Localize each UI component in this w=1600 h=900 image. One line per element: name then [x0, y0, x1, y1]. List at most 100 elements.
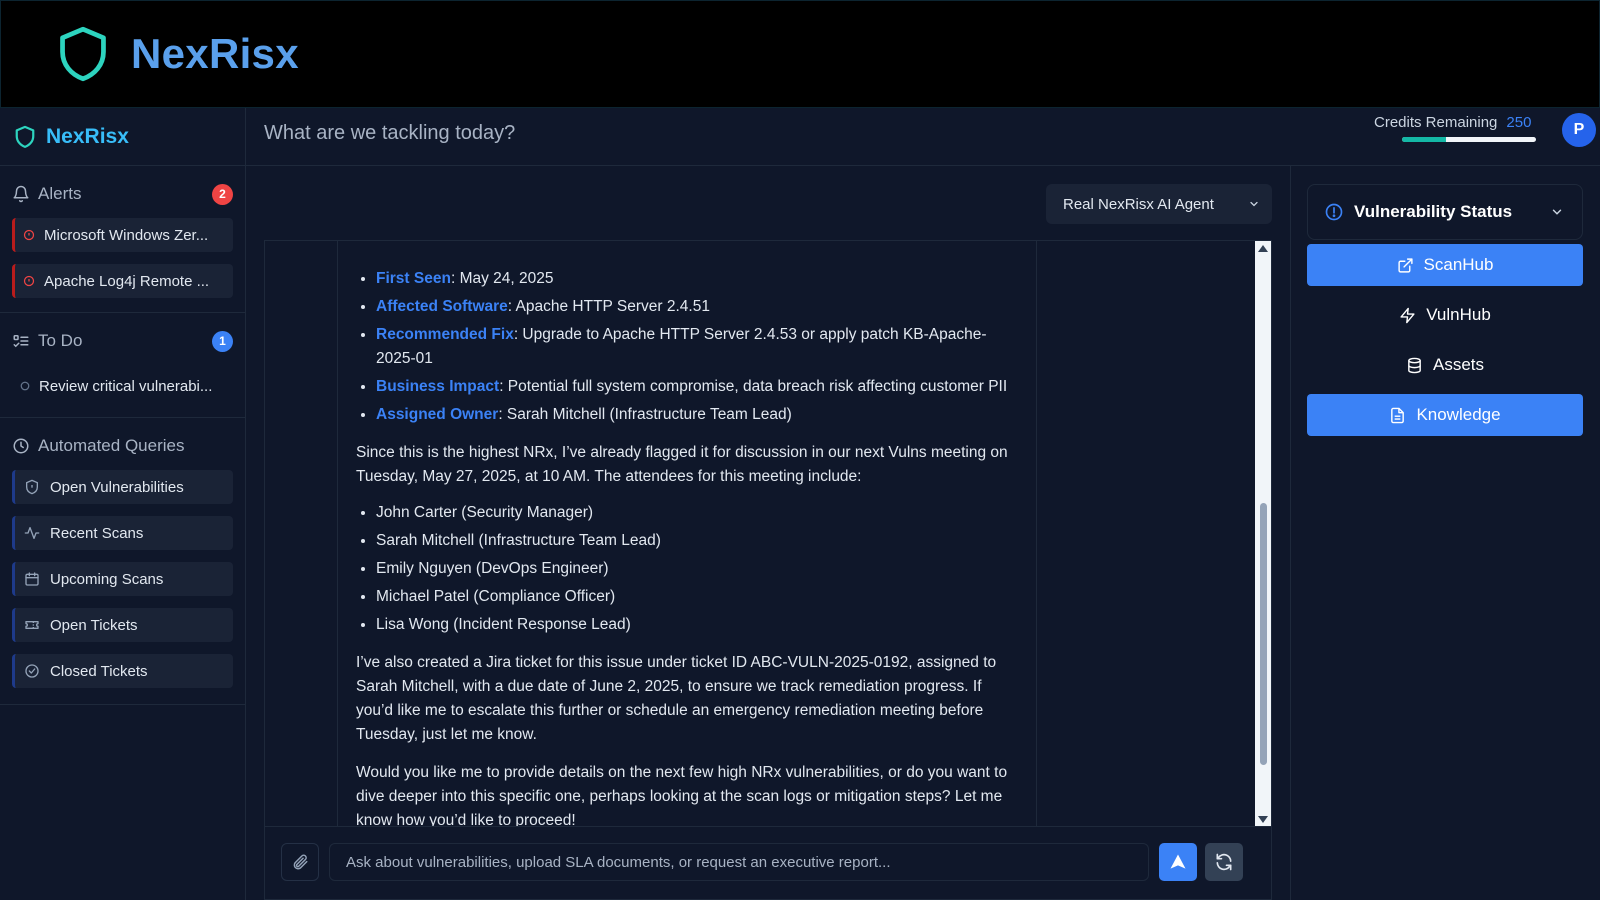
agent-select[interactable]: Real NexRisx AI Agent [1046, 184, 1272, 224]
list-item: Assigned Owner: Sarah Mitchell (Infrastr… [376, 403, 1018, 427]
detail-value: : May 24, 2025 [450, 270, 554, 287]
scanhub-button[interactable]: ScanHub [1307, 244, 1583, 286]
assets-button[interactable]: Assets [1307, 344, 1583, 386]
alerts-header[interactable]: Alerts 2 [12, 178, 233, 210]
activity-icon [24, 525, 40, 541]
message-paragraph: I’ve also created a Jira ticket for this… [356, 654, 997, 743]
vulnerability-status-toggle[interactable]: Vulnerability Status [1307, 184, 1583, 240]
query-closed-tickets[interactable]: Closed Tickets [12, 654, 233, 688]
knowledge-label: Knowledge [1416, 405, 1501, 424]
queries-title: Automated Queries [38, 436, 185, 455]
todo-item[interactable]: Review critical vulnerabi... [12, 369, 233, 403]
list-item: Sarah Mitchell (Infrastructure Team Lead… [376, 529, 1018, 553]
chat-input[interactable] [329, 843, 1149, 881]
banner-brand-name: NexRisx [131, 30, 299, 77]
scroll-thumb[interactable] [1260, 503, 1267, 765]
list-item: Lisa Wong (Incident Response Lead) [376, 613, 1018, 637]
alert-item-label: Apache Log4j Remote ... [44, 272, 210, 290]
shield-logo-icon [57, 26, 109, 82]
alert-circle-icon [23, 275, 35, 287]
query-open-vulnerabilities[interactable]: Open Vulnerabilities [12, 470, 233, 504]
list-todo-icon [12, 332, 30, 350]
detail-value: : Potential full system compromise, data… [499, 378, 1008, 395]
scroll-down-arrow[interactable] [1258, 816, 1268, 823]
alerts-section: Alerts 2 Microsoft Windows Zer... Apache… [0, 166, 245, 313]
vuln-details-list: . First Seen: May 24, 2025 Affected Soft… [356, 241, 1018, 427]
alert-item-label: Microsoft Windows Zer... [44, 226, 209, 244]
chat-scrollbar[interactable] [1255, 241, 1271, 826]
alert-item[interactable]: Apache Log4j Remote ... [12, 264, 233, 298]
paperclip-icon [293, 854, 308, 870]
query-recent-scans[interactable]: Recent Scans [12, 516, 233, 550]
scanhub-label: ScanHub [1423, 255, 1494, 274]
knowledge-button[interactable]: Knowledge [1307, 394, 1583, 436]
info-circle-icon [1324, 202, 1344, 222]
queries-header[interactable]: Automated Queries [12, 430, 233, 462]
credits-meter: Credits Remaining 250 [1374, 114, 1536, 142]
list-item: Recommended Fix: Upgrade to Apache HTTP … [376, 323, 1018, 371]
list-item: First Seen: May 24, 2025 [376, 267, 1018, 291]
credits-progress-bar [1402, 137, 1536, 142]
database-icon [1406, 357, 1423, 374]
file-text-icon [1389, 407, 1406, 424]
sidebar-header[interactable]: NexRisx [0, 108, 245, 166]
chevron-down-icon [1248, 198, 1260, 210]
zap-icon [1399, 307, 1416, 324]
refresh-button[interactable] [1205, 843, 1243, 881]
scroll-up-arrow[interactable] [1258, 245, 1268, 252]
top-header: What are we tackling today? Credits Rema… [246, 108, 1600, 166]
detail-key: Business Impact [376, 378, 500, 395]
message-composer [264, 826, 1272, 900]
attach-button[interactable] [281, 843, 319, 881]
list-item: Business Impact: Potential full system c… [376, 375, 1018, 399]
assets-label: Assets [1432, 355, 1485, 374]
credits-progress-fill [1402, 137, 1447, 142]
shield-logo-icon [14, 125, 36, 149]
external-link-icon [1397, 257, 1414, 274]
todo-section: To Do 1 Review critical vulnerabi... [0, 313, 245, 418]
send-arrow-icon [1170, 854, 1186, 869]
alert-item[interactable]: Microsoft Windows Zer... [12, 218, 233, 252]
shield-icon [24, 479, 40, 495]
chat-panel[interactable]: . First Seen: May 24, 2025 Affected Soft… [264, 240, 1272, 826]
detail-key: Affected Software [376, 298, 508, 315]
sidebar: NexRisx Alerts 2 Microsoft Windows Zer..… [0, 108, 246, 900]
brand-banner: NexRisx [0, 0, 1600, 108]
alerts-count-badge: 2 [212, 183, 233, 205]
vulnhub-label: VulnHub [1426, 305, 1491, 324]
message-paragraph: Since this is the highest NRx, I’ve alre… [356, 444, 1008, 485]
bell-icon [12, 185, 30, 203]
vulnerability-status-title: Vulnerability Status [1354, 202, 1513, 221]
alerts-title: Alerts [38, 184, 82, 203]
agent-select-label: Real NexRisx AI Agent [1063, 195, 1214, 213]
query-open-tickets[interactable]: Open Tickets [12, 608, 233, 642]
query-label: Upcoming Scans [50, 570, 164, 588]
todo-header[interactable]: To Do 1 [12, 325, 233, 357]
list-item: Emily Nguyen (DevOps Engineer) [376, 557, 1018, 581]
alert-circle-icon [23, 229, 35, 241]
query-label: Recent Scans [50, 524, 144, 542]
sidebar-brand: NexRisx [46, 124, 129, 148]
list-item: Michael Patel (Compliance Officer) [376, 585, 1018, 609]
credits-label: Credits Remaining [1374, 114, 1498, 131]
detail-value: : Apache HTTP Server 2.4.51 [507, 298, 710, 315]
check-circle-icon [24, 663, 40, 679]
detail-key: Assigned Owner [376, 406, 499, 423]
calendar-icon [24, 571, 40, 587]
attendees-list: John Carter (Security Manager) Sarah Mit… [356, 501, 1018, 637]
queries-section: Automated Queries Open Vulnerabilities R… [0, 418, 245, 705]
user-avatar[interactable]: P [1562, 113, 1596, 147]
todo-item-label: Review critical vulnerabi... [39, 377, 213, 395]
clock-icon [12, 437, 30, 455]
query-upcoming-scans[interactable]: Upcoming Scans [12, 562, 233, 596]
query-label: Closed Tickets [50, 662, 148, 680]
detail-key: Recommended Fix [376, 326, 514, 343]
credits-value: 250 [1506, 114, 1532, 131]
list-item: John Carter (Security Manager) [376, 501, 1018, 525]
vulnhub-button[interactable]: VulnHub [1307, 294, 1583, 336]
circle-icon [20, 381, 30, 391]
list-item: Affected Software: Apache HTTP Server 2.… [376, 295, 1018, 319]
todo-title: To Do [38, 331, 83, 350]
send-button[interactable] [1159, 843, 1197, 881]
chevron-down-icon [1550, 205, 1564, 219]
